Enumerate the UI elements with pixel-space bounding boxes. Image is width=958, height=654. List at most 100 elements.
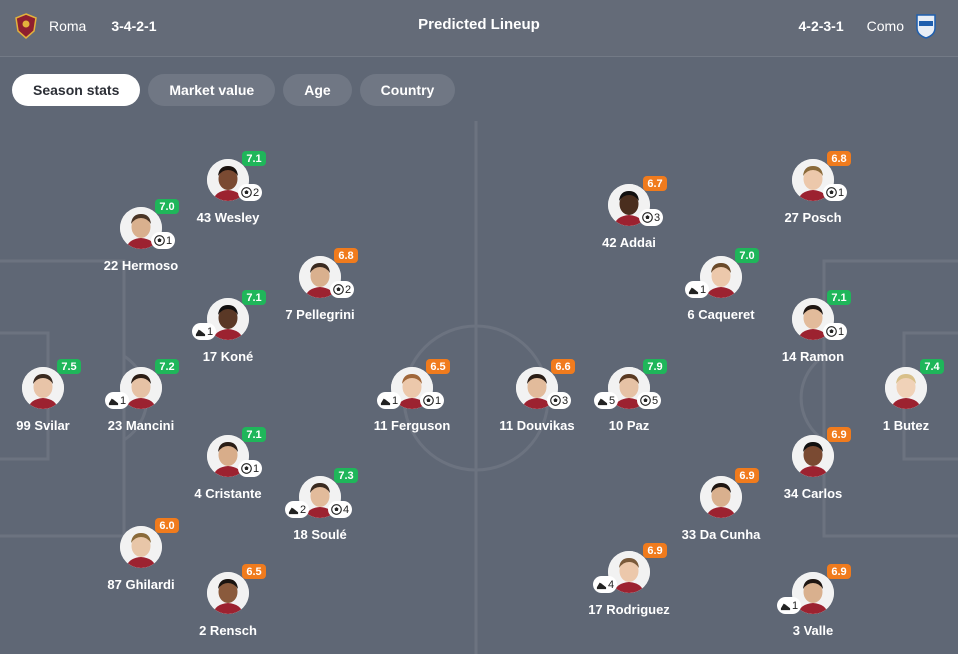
player-card[interactable]: 6.9 17 Rodriguez 4 xyxy=(569,543,689,631)
player-name: 10 Paz xyxy=(608,418,650,433)
player-card[interactable]: 6.9 34 Carlos xyxy=(753,427,873,515)
player-name: 3 Valle xyxy=(792,623,834,638)
player-name: 7 Pellegrini xyxy=(285,307,355,322)
rating-badge: 6.8 xyxy=(827,151,851,166)
football-icon xyxy=(826,326,837,337)
player-card[interactable]: 6.5 11 Ferguson 1 1 xyxy=(352,359,472,447)
football-icon xyxy=(154,235,165,246)
rating-badge: 7.1 xyxy=(827,290,851,305)
assists-count: 2 xyxy=(300,503,307,516)
player-card[interactable]: 7.9 10 Paz 5 5 xyxy=(569,359,689,447)
away-formation: 4-2-3-1 xyxy=(798,18,844,34)
player-photo xyxy=(700,476,742,518)
player-card[interactable]: 6.8 27 Posch 1 xyxy=(753,151,873,239)
rating-badge: 6.7 xyxy=(643,176,667,191)
player-card[interactable]: 7.4 1 Butez xyxy=(846,359,958,447)
player-photo xyxy=(792,435,834,477)
goals-chip: 1 xyxy=(420,392,445,409)
rating-badge: 6.9 xyxy=(827,564,851,579)
boot-assist-icon xyxy=(108,398,119,406)
player-name: 11 Ferguson xyxy=(373,418,451,433)
assists-chip: 2 xyxy=(285,501,310,518)
player-name: 23 Mancini xyxy=(107,418,175,433)
goals-count: 2 xyxy=(345,283,352,296)
goals-chip: 2 xyxy=(330,281,355,298)
assists-count: 4 xyxy=(608,578,615,591)
tab-season-stats[interactable]: Season stats xyxy=(12,74,141,106)
player-name: 43 Wesley xyxy=(196,210,260,225)
boot-assist-icon xyxy=(380,398,391,406)
tab-label: Country xyxy=(380,82,435,98)
tab-age[interactable]: Age xyxy=(283,74,352,106)
football-icon xyxy=(333,284,344,295)
player-photo xyxy=(207,572,249,614)
boot-assist-icon xyxy=(688,287,699,295)
away-team-name: Como xyxy=(866,18,904,34)
player-name: 1 Butez xyxy=(882,418,930,433)
boot-assist-icon xyxy=(195,329,206,337)
rating-badge: 7.5 xyxy=(57,359,81,374)
football-icon xyxy=(331,504,342,515)
player-name: 2 Rensch xyxy=(199,623,257,638)
player-card[interactable]: 6.8 7 Pellegrini 2 xyxy=(260,248,380,336)
goals-count: 5 xyxy=(652,394,659,407)
assists-chip: 1 xyxy=(192,323,217,340)
football-icon xyxy=(642,212,653,223)
away-team[interactable]: 4-2-3-1 Como xyxy=(799,0,939,52)
player-card[interactable]: 6.9 3 Valle 1 xyxy=(753,564,873,652)
assists-chip: 1 xyxy=(377,392,402,409)
player-card[interactable]: 7.1 43 Wesley 2 xyxy=(168,151,288,239)
player-name: 17 Rodriguez xyxy=(588,602,670,617)
goals-chip: 3 xyxy=(639,209,664,226)
rating-badge: 7.9 xyxy=(643,359,667,374)
goals-chip: 1 xyxy=(823,323,848,340)
tab-country[interactable]: Country xyxy=(359,74,456,106)
assists-chip: 5 xyxy=(594,392,619,409)
player-name: 22 Hermoso xyxy=(103,258,179,273)
assists-count: 1 xyxy=(207,325,214,338)
player-card[interactable]: 6.7 42 Addai 3 xyxy=(569,176,689,264)
football-icon xyxy=(550,395,561,406)
tab-market-value[interactable]: Market value xyxy=(148,74,276,106)
lineup-header: Roma 3-4-2-1 Predicted Lineup 4-2-3-1 Co… xyxy=(0,0,958,57)
goals-count: 1 xyxy=(838,325,845,338)
goals-count: 1 xyxy=(838,186,845,199)
boot-assist-icon xyxy=(288,507,299,515)
goals-chip: 3 xyxy=(547,392,572,409)
assists-count: 1 xyxy=(120,394,127,407)
rating-badge: 7.3 xyxy=(334,468,358,483)
goals-chip: 1 xyxy=(238,460,263,477)
goals-count: 3 xyxy=(654,211,661,224)
player-photo xyxy=(22,367,64,409)
rating-badge: 6.0 xyxy=(155,518,179,533)
rating-badge: 6.5 xyxy=(242,564,266,579)
stat-tabs: Season stats Market value Age Country xyxy=(12,74,456,106)
tab-label: Season stats xyxy=(33,82,120,98)
assists-chip: 1 xyxy=(105,392,130,409)
tab-label: Age xyxy=(304,82,331,98)
boot-assist-icon xyxy=(596,582,607,590)
como-crest-icon xyxy=(916,14,936,39)
player-name: 17 Koné xyxy=(202,349,254,364)
football-icon xyxy=(640,395,651,406)
rating-badge: 7.4 xyxy=(920,359,944,374)
assists-chip: 4 xyxy=(593,576,618,593)
assists-count: 1 xyxy=(392,394,399,407)
player-card[interactable]: 7.1 14 Ramon 1 xyxy=(753,290,873,378)
player-card[interactable]: 7.3 18 Soulé 2 4 xyxy=(260,468,380,556)
player-name: 27 Posch xyxy=(784,210,842,225)
boot-assist-icon xyxy=(597,398,608,406)
player-photo xyxy=(885,367,927,409)
assists-count: 5 xyxy=(609,394,616,407)
rating-badge: 6.8 xyxy=(334,248,358,263)
goals-count: 1 xyxy=(253,462,260,475)
player-card[interactable]: 6.5 2 Rensch xyxy=(168,564,288,652)
player-name: 42 Addai xyxy=(602,235,656,250)
goals-chip: 1 xyxy=(823,184,848,201)
player-name: 18 Soulé xyxy=(293,527,347,542)
football-icon xyxy=(826,187,837,198)
goals-count: 1 xyxy=(435,394,442,407)
rating-badge: 7.0 xyxy=(735,248,759,263)
boot-assist-icon xyxy=(780,603,791,611)
rating-badge: 7.1 xyxy=(242,427,266,442)
